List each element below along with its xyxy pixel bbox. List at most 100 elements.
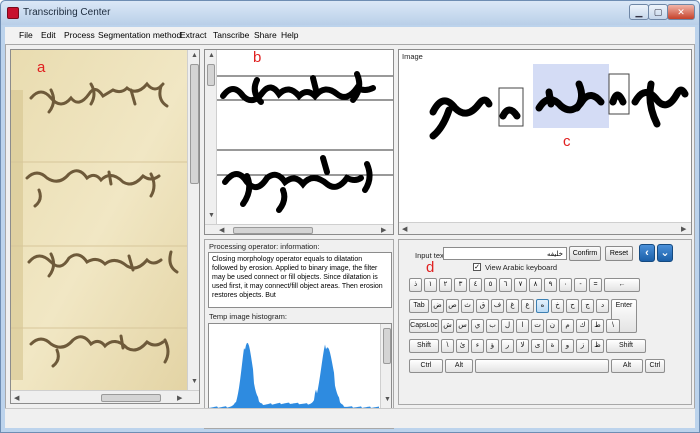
keyboard-key[interactable]: ل: [501, 319, 514, 333]
keyboard-key[interactable]: ٣: [454, 278, 467, 292]
processing-info-text[interactable]: Closing morphology operator equals to di…: [208, 252, 392, 308]
keyboard-key[interactable]: و: [561, 339, 574, 353]
menu-edit[interactable]: Edit: [41, 30, 56, 40]
keyboard-key[interactable]: ق: [476, 299, 489, 313]
keyboard-key[interactable]: ذ: [409, 278, 422, 292]
keyboard-key[interactable]: Ctrl: [409, 359, 443, 373]
scroll-down-icon[interactable]: ▼: [208, 212, 215, 219]
keyboard-key[interactable]: ظ: [591, 339, 604, 353]
scroll-thumb[interactable]: [383, 328, 391, 364]
view-arabic-checkbox[interactable]: ✓: [473, 263, 481, 271]
keyboard-key[interactable]: ى: [531, 339, 544, 353]
menu-share[interactable]: Share: [254, 30, 277, 40]
keyboard-key[interactable]: ح: [566, 299, 579, 313]
scroll-up-icon[interactable]: ▲: [208, 52, 215, 59]
keyboard-key[interactable]: ء: [471, 339, 484, 353]
keyboard-key[interactable]: لا: [516, 339, 529, 353]
keyboard-key[interactable]: ٦: [499, 278, 512, 292]
menu-segmentation-method[interactable]: Segmentation method: [98, 30, 181, 40]
scroll-right-icon[interactable]: ▶: [681, 225, 686, 233]
menu-process[interactable]: Process: [64, 30, 95, 40]
keyboard-key[interactable]: ٢: [439, 278, 452, 292]
keyboard-key[interactable]: ط: [591, 319, 604, 333]
confirm-button[interactable]: Confirm: [569, 246, 601, 261]
keyboard-key[interactable]: ٨: [529, 278, 542, 292]
keyboard-key[interactable]: ٤: [469, 278, 482, 292]
menu-transcribe[interactable]: Tanscribe: [213, 30, 249, 40]
lines-vertical-scrollbar[interactable]: ▲ ▼: [205, 50, 217, 224]
keyboard-key[interactable]: ئ: [456, 339, 469, 353]
keyboard-key[interactable]: ز: [576, 339, 589, 353]
menu-file[interactable]: File: [19, 30, 33, 40]
keyboard-key[interactable]: Ctrl: [645, 359, 665, 373]
input-text-field[interactable]: خليفه: [443, 247, 567, 260]
scroll-left-icon[interactable]: ◀: [14, 394, 19, 402]
keyboard-key[interactable]: Shift: [606, 339, 646, 353]
maximize-button[interactable]: ▢: [648, 4, 668, 20]
keyboard-key[interactable]: ا: [516, 319, 529, 333]
minimize-button[interactable]: ▁: [629, 4, 649, 20]
manuscript-horizontal-scrollbar[interactable]: ◀ ▶: [11, 390, 199, 403]
scroll-left-icon[interactable]: ◀: [219, 226, 224, 234]
keyboard-key[interactable]: ب: [486, 319, 499, 333]
keyboard-key[interactable]: د: [596, 299, 609, 313]
manuscript-vertical-scrollbar[interactable]: ▲ ▼: [187, 50, 199, 390]
scroll-thumb[interactable]: [190, 64, 199, 184]
keyboard-key[interactable]: ن: [546, 319, 559, 333]
keyboard-key[interactable]: ←: [604, 278, 640, 292]
keyboard-key[interactable]: ش: [441, 319, 454, 333]
keyboard-key[interactable]: ه: [536, 299, 549, 313]
keyboard-key[interactable]: ض: [431, 299, 444, 313]
scroll-left-icon[interactable]: ◀: [402, 225, 407, 233]
keyboard-key[interactable]: ر: [501, 339, 514, 353]
scroll-thumb[interactable]: [233, 227, 313, 234]
keyboard-key[interactable]: ٩: [544, 278, 557, 292]
keyboard-key[interactable]: CapsLoc: [409, 319, 439, 333]
scroll-thumb[interactable]: [207, 64, 215, 86]
keyboard-key[interactable]: -: [574, 278, 587, 292]
keyboard-key[interactable]: ٧: [514, 278, 527, 292]
keyboard-key[interactable]: ؤ: [486, 339, 499, 353]
lines-horizontal-scrollbar[interactable]: ◀ ▶: [205, 224, 393, 234]
keyboard-key[interactable]: خ: [551, 299, 564, 313]
close-button[interactable]: ✕: [667, 4, 695, 20]
prev-word-button[interactable]: ‹: [639, 244, 655, 262]
keyboard-key[interactable]: غ: [506, 299, 519, 313]
scroll-right-icon[interactable]: ▶: [381, 226, 386, 234]
keyboard-key[interactable]: ك: [576, 319, 589, 333]
keyboard-key[interactable]: ة: [546, 339, 559, 353]
image-horizontal-scrollbar[interactable]: ◀ ▶: [399, 222, 691, 234]
keyboard-key[interactable]: ٥: [484, 278, 497, 292]
maximize-icon: ▢: [653, 7, 663, 17]
keyboard-key[interactable]: Tab: [409, 299, 429, 313]
keyboard-key[interactable]: Shift: [409, 339, 439, 353]
image-panel-label: Image: [402, 52, 423, 61]
keyboard-key[interactable]: ١: [424, 278, 437, 292]
keyboard-key[interactable]: ت: [531, 319, 544, 333]
keyboard-key[interactable]: \: [441, 339, 454, 353]
keyboard-key[interactable]: ث: [461, 299, 474, 313]
menu-help[interactable]: Help: [281, 30, 298, 40]
menu-extract[interactable]: Extract: [180, 30, 206, 40]
keyboard-key[interactable]: ج: [581, 299, 594, 313]
keyboard-key[interactable]: ي: [471, 319, 484, 333]
keyboard-key[interactable]: =: [589, 278, 602, 292]
keyboard-key[interactable]: م: [561, 319, 574, 333]
keyboard-key[interactable]: ف: [491, 299, 504, 313]
scroll-thumb[interactable]: [101, 394, 161, 402]
keyboard-key[interactable]: Alt: [445, 359, 473, 373]
scroll-right-icon[interactable]: ▶: [177, 394, 182, 402]
reset-button[interactable]: Reset: [605, 246, 633, 261]
histogram-vertical-scrollbar[interactable]: ▼: [380, 324, 391, 408]
keyboard-key[interactable]: \: [606, 319, 620, 333]
scroll-down-icon[interactable]: ▼: [384, 396, 391, 403]
keyboard-key[interactable]: ٠: [559, 278, 572, 292]
next-word-button[interactable]: ⌄: [657, 244, 673, 262]
keyboard-key[interactable]: Alt: [611, 359, 643, 373]
keyboard-key[interactable]: ع: [521, 299, 534, 313]
keyboard-key[interactable]: س: [456, 319, 469, 333]
keyboard-key[interactable]: [475, 359, 609, 373]
scroll-down-icon[interactable]: ▼: [191, 378, 198, 385]
keyboard-key[interactable]: ص: [446, 299, 459, 313]
scroll-up-icon[interactable]: ▲: [191, 52, 198, 59]
